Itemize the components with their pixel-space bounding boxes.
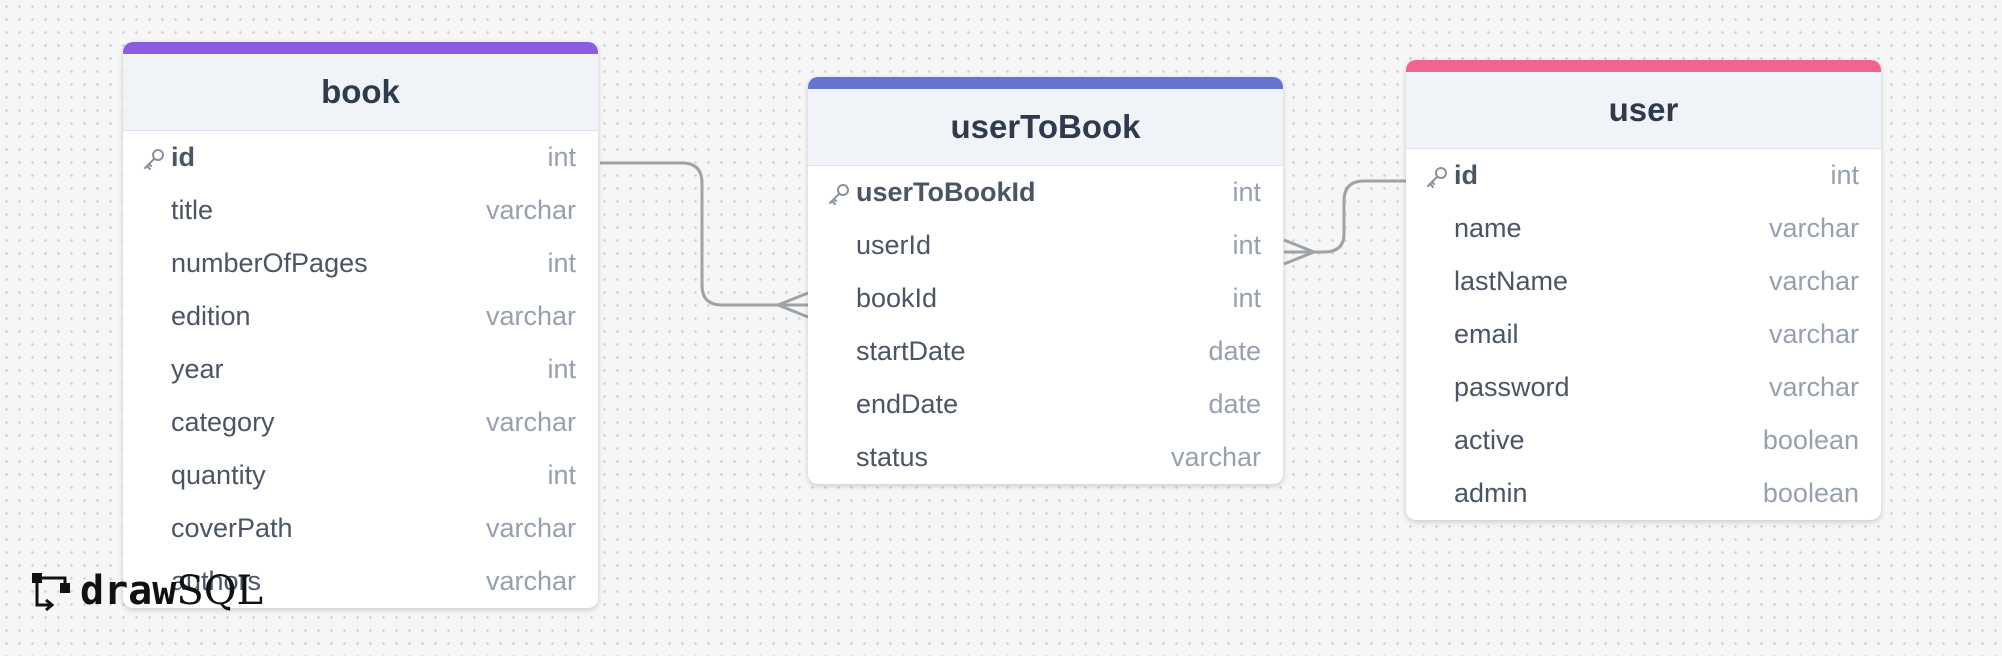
column-row[interactable]: year int (123, 343, 598, 396)
column-name: admin (1454, 478, 1528, 508)
table-accent-bar (1406, 60, 1881, 72)
column-type: varchar (485, 195, 576, 225)
column-row[interactable]: password varchar (1406, 361, 1881, 414)
column-type: varchar (485, 513, 576, 543)
column-row[interactable]: admin boolean (1406, 467, 1881, 520)
column-name: id (171, 142, 195, 172)
table-rows: id int name varchar lastName varchar email varc… (1406, 149, 1881, 520)
column-row[interactable]: endDate date (808, 378, 1283, 431)
column-name: bookId (856, 283, 938, 313)
table-title: book (321, 73, 400, 110)
drawsql-logo: draw SQL (30, 568, 263, 614)
logo-wordmark-bold: draw (80, 568, 177, 614)
table-header: user (1406, 72, 1881, 149)
table-title: user (1608, 91, 1679, 128)
column-name: coverPath (171, 513, 293, 543)
table-rows: id int title varchar numberOfPages int edition… (123, 131, 598, 608)
column-name: userToBookId (856, 177, 1036, 207)
column-row[interactable]: lastName varchar (1406, 255, 1881, 308)
drawsql-logo-icon (32, 573, 70, 612)
primary-key-icon (826, 181, 852, 207)
column-type: varchar (1768, 372, 1859, 402)
column-name: category (171, 407, 275, 437)
column-name: title (171, 195, 214, 225)
column-type: date (1208, 389, 1261, 419)
column-row[interactable]: email varchar (1406, 308, 1881, 361)
table-title: userToBook (950, 108, 1141, 145)
column-row[interactable]: id int (123, 131, 598, 184)
column-name: userId (856, 230, 932, 260)
column-type: varchar (1768, 213, 1859, 243)
column-row[interactable]: userId int (808, 219, 1283, 272)
column-row[interactable]: status varchar (808, 431, 1283, 484)
table-header: userToBook (808, 89, 1283, 166)
table-book[interactable]: book id int title varchar numberOfPages int ed… (123, 42, 598, 608)
table-header: book (123, 54, 598, 131)
column-name: endDate (856, 389, 959, 419)
column-type: varchar (485, 407, 576, 437)
column-name: active (1454, 425, 1525, 455)
column-type: boolean (1762, 478, 1859, 508)
column-type: int (547, 248, 576, 278)
column-name: password (1454, 372, 1570, 402)
column-type: boolean (1762, 425, 1859, 455)
column-type: varchar (1170, 442, 1261, 472)
relation-user-usertobook[interactable] (1284, 179, 1406, 254)
column-name: edition (171, 301, 251, 331)
column-type: varchar (485, 301, 576, 331)
column-name: status (856, 442, 929, 472)
column-type: date (1208, 336, 1261, 366)
column-name: id (1454, 160, 1478, 190)
column-type: varchar (1768, 319, 1859, 349)
column-row[interactable]: numberOfPages int (123, 237, 598, 290)
primary-key-icon (1424, 164, 1450, 190)
column-type: varchar (1768, 266, 1859, 296)
column-name: lastName (1454, 266, 1569, 296)
column-row[interactable]: name varchar (1406, 202, 1881, 255)
column-type: int (547, 460, 576, 490)
column-row[interactable]: title varchar (123, 184, 598, 237)
table-accent-bar (808, 77, 1283, 89)
column-row[interactable]: quantity int (123, 449, 598, 502)
column-type: int (1232, 230, 1261, 260)
column-name: numberOfPages (171, 248, 368, 278)
column-type: int (1232, 177, 1261, 207)
relation-book-usertobook[interactable] (600, 161, 808, 307)
column-type: varchar (485, 566, 576, 596)
primary-key-icon (141, 146, 167, 172)
column-row[interactable]: bookId int (808, 272, 1283, 325)
table-user[interactable]: user id int name varchar lastName varchar emai… (1406, 60, 1881, 520)
column-name: name (1454, 213, 1522, 243)
column-name: quantity (171, 460, 266, 490)
column-row[interactable]: edition varchar (123, 290, 598, 343)
column-row[interactable]: category varchar (123, 396, 598, 449)
column-row[interactable]: coverPath varchar (123, 502, 598, 555)
logo-wordmark-light: SQL (176, 568, 264, 614)
column-name: year (171, 354, 224, 384)
column-type: int (547, 354, 576, 384)
column-name: email (1454, 319, 1519, 349)
column-row[interactable]: active boolean (1406, 414, 1881, 467)
column-type: int (1232, 283, 1261, 313)
table-usertobook[interactable]: userToBook userToBookId int userId int bookI… (808, 77, 1283, 484)
column-row[interactable]: userToBookId int (808, 166, 1283, 219)
column-type: int (547, 142, 576, 172)
table-rows: userToBookId int userId int bookId int startDa… (808, 166, 1283, 484)
column-row[interactable]: id int (1406, 149, 1881, 202)
table-accent-bar (123, 42, 598, 54)
column-name: startDate (856, 336, 966, 366)
column-row[interactable]: startDate date (808, 325, 1283, 378)
diagram-canvas[interactable]: book id int title varchar numberOfPages int ed… (0, 0, 2002, 656)
column-type: int (1830, 160, 1859, 190)
